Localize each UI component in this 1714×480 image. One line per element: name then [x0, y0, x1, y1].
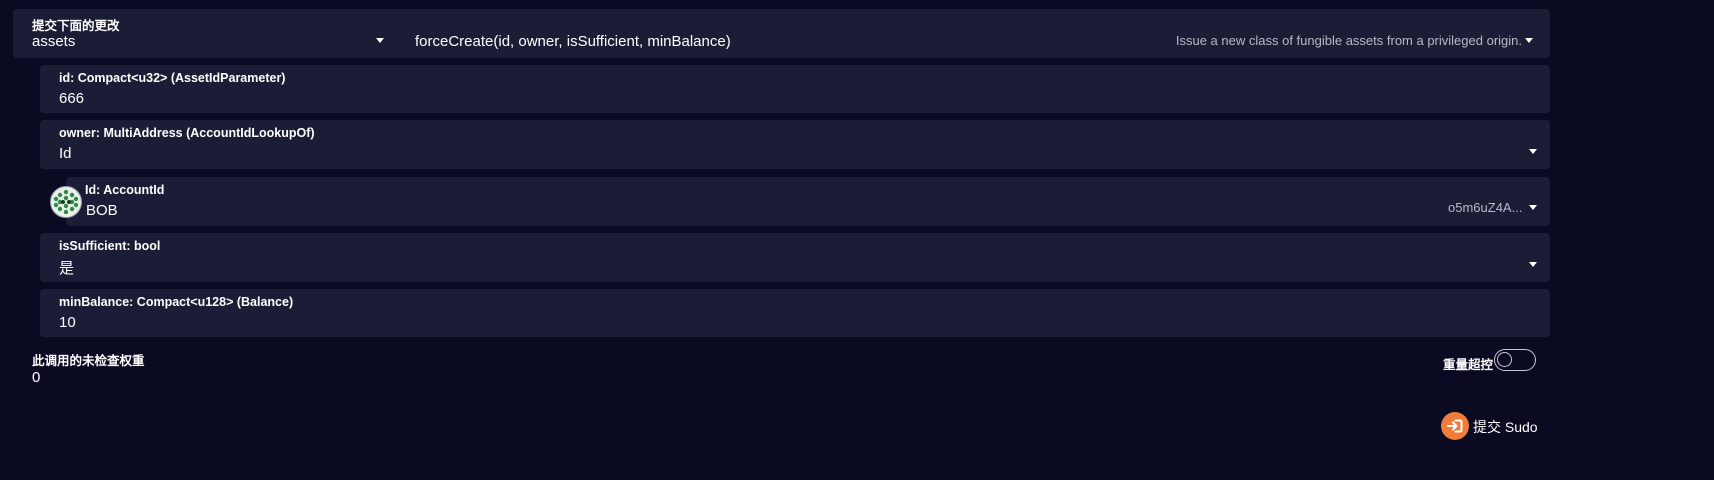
weight-override-label: 重量超控: [1443, 358, 1494, 372]
param-is-sufficient-label: isSufficient: bool: [59, 239, 161, 253]
weight-override-toggle[interactable]: [1494, 349, 1536, 371]
chevron-down-icon: [1525, 38, 1533, 43]
pallet-select[interactable]: 提交下面的更改 assets: [13, 9, 403, 58]
sudo-extrinsic-form: 提交下面的更改 assets forceCreate(id, owner, is…: [0, 0, 1714, 480]
section-label: 提交下面的更改: [32, 19, 120, 33]
account-address: o5m6uZ4A...: [1448, 200, 1523, 215]
submit-sudo-button[interactable]: 提交 Sudo: [1441, 411, 1541, 441]
weight-value: 0: [32, 369, 41, 386]
param-is-sufficient[interactable]: isSufficient: bool 是: [40, 233, 1550, 282]
chevron-down-icon: [1529, 205, 1537, 210]
param-owner-label: owner: MultiAddress (AccountIdLookupOf): [59, 126, 315, 140]
method-name: forceCreate(id, owner, isSufficient, min…: [415, 33, 731, 50]
chevron-down-icon: [1529, 149, 1537, 154]
submit-sudo-label: 提交 Sudo: [1473, 419, 1538, 435]
chevron-down-icon: [1529, 262, 1537, 267]
weight-label: 此调用的未检查权重: [32, 354, 145, 368]
account-identicon-icon: [50, 186, 82, 218]
method-description: Issue a new class of fungible assets fro…: [1175, 33, 1522, 48]
sign-in-icon: [1441, 412, 1469, 440]
section-value: assets: [32, 33, 76, 50]
param-id-value[interactable]: 666: [59, 90, 84, 107]
param-min-balance[interactable]: minBalance: Compact<u128> (Balance) 10: [40, 289, 1550, 337]
param-id[interactable]: id: Compact<u32> (AssetIdParameter) 666: [40, 65, 1550, 113]
param-owner-value: Id: [59, 145, 72, 162]
param-min-balance-value[interactable]: 10: [59, 314, 76, 331]
chevron-down-icon: [376, 38, 384, 43]
method-select[interactable]: forceCreate(id, owner, isSufficient, min…: [403, 9, 1550, 58]
param-account-label: Id: AccountId: [85, 183, 165, 197]
toggle-knob: [1497, 352, 1512, 367]
param-min-balance-label: minBalance: Compact<u128> (Balance): [59, 295, 294, 309]
param-owner[interactable]: owner: MultiAddress (AccountIdLookupOf) …: [40, 120, 1550, 169]
param-id-label: id: Compact<u32> (AssetIdParameter): [59, 71, 286, 85]
param-account[interactable]: Id: AccountId BOB o5m6uZ4A...: [66, 177, 1550, 226]
param-is-sufficient-value: 是: [59, 260, 75, 277]
param-account-value: BOB: [86, 202, 118, 219]
